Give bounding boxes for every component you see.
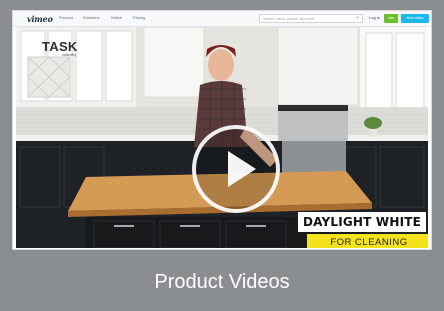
search-input[interactable]: Search videos, people, and more ⌕ (259, 14, 363, 23)
search-placeholder: Search videos, people, and more (263, 16, 315, 21)
new-video-button[interactable]: New video (401, 14, 429, 23)
login-link[interactable]: Log in (369, 15, 380, 20)
vimeo-logo: vimeo (27, 14, 53, 24)
card-caption[interactable]: Product Videos (0, 262, 444, 302)
play-button[interactable] (192, 125, 280, 213)
task-logo-subtext: cabinetry (62, 53, 77, 57)
task-logo-text: TASK (42, 39, 78, 54)
nav-watch[interactable]: Watch (111, 15, 122, 20)
task-brand-logo: TASK cabinetry (41, 39, 81, 77)
video-player[interactable]: TASK cabinetry DAYLIGHT WHITE FOR CLEANI… (16, 27, 428, 248)
nav-solutions[interactable]: Solutions (83, 15, 99, 20)
nav-product[interactable]: Product (59, 15, 73, 20)
product-videos-card[interactable]: vimeo Product Solutions Watch Pricing Se… (0, 0, 444, 311)
nav-pricing[interactable]: Pricing (133, 15, 145, 20)
overlay-subtitle: FOR CLEANING (307, 234, 428, 248)
search-icon: ⌕ (356, 15, 359, 21)
overlay-title: DAYLIGHT WHITE (298, 212, 426, 232)
video-thumbnail-frame[interactable]: vimeo Product Solutions Watch Pricing Se… (12, 10, 432, 250)
join-button[interactable]: Join (384, 14, 398, 23)
play-icon (228, 151, 256, 187)
vimeo-header: vimeo Product Solutions Watch Pricing Se… (13, 11, 431, 27)
